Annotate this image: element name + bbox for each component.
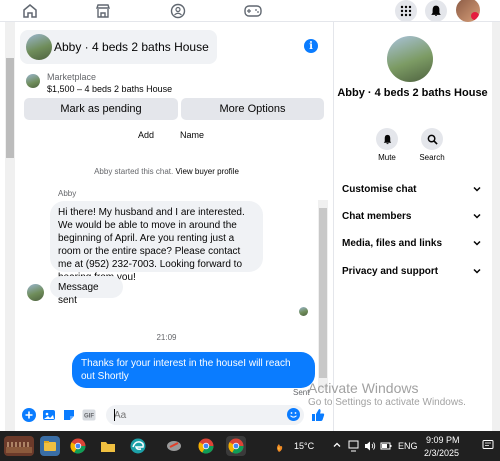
- taskbar-widget-thumbnail[interactable]: [4, 436, 34, 456]
- notification-center-icon[interactable]: [482, 439, 494, 453]
- sent-status: Sent: [293, 388, 310, 397]
- section-chat-members[interactable]: Chat members: [342, 207, 482, 225]
- listing-thumbnail: [26, 34, 52, 60]
- message-input[interactable]: [114, 407, 284, 423]
- file-explorer-folder-icon[interactable]: [98, 436, 118, 456]
- chevron-down-icon: [473, 240, 481, 246]
- menu-grid-icon[interactable]: [395, 0, 417, 22]
- weather-icon[interactable]: [270, 436, 288, 456]
- notification-dot: [471, 12, 479, 20]
- chevron-down-icon: [473, 213, 481, 219]
- bell-mute-icon: [376, 128, 398, 150]
- outgoing-message: Thanks for your interest in the houseI w…: [72, 352, 315, 388]
- chrome-icon-2[interactable]: [196, 436, 216, 456]
- more-options-button[interactable]: More Options: [181, 98, 324, 120]
- chat-title-button[interactable]: Abby · 4 beds 2 baths House: [20, 30, 217, 64]
- groups-icon[interactable]: [168, 1, 188, 21]
- watermark-subtitle: Go to Settings to activate Windows.: [308, 397, 466, 408]
- chevron-down-icon: [473, 186, 481, 192]
- search-label: Search: [419, 153, 445, 162]
- chevron-up-icon[interactable]: [332, 440, 342, 452]
- chevron-down-icon: [473, 268, 481, 274]
- section-customise-chat[interactable]: Customise chat: [342, 180, 482, 198]
- profile-avatar[interactable]: [456, 0, 480, 22]
- app-icon[interactable]: [164, 436, 184, 456]
- search-button[interactable]: Search: [412, 128, 452, 162]
- sender-avatar[interactable]: [27, 284, 44, 301]
- marketplace-icon[interactable]: [93, 1, 113, 21]
- listing-avatar[interactable]: [387, 36, 433, 82]
- chrome-active-icon[interactable]: [226, 436, 246, 456]
- chat-title: Abby · 4 beds 2 baths House: [54, 40, 209, 54]
- chat-scrollbar[interactable]: [318, 200, 328, 390]
- view-buyer-profile-link[interactable]: View buyer profile: [175, 167, 238, 176]
- message-composer: GIF: [20, 405, 330, 427]
- mark-as-pending-button[interactable]: Mark as pending: [24, 98, 178, 120]
- section-privacy-support[interactable]: Privacy and support: [342, 262, 482, 280]
- sender-name: Abby: [58, 189, 77, 198]
- section-label: Chat members: [342, 210, 412, 222]
- details-title: Abby · 4 beds 2 baths House: [337, 87, 488, 99]
- weather-temperature[interactable]: 15°C: [294, 441, 314, 451]
- chrome-icon[interactable]: [68, 436, 88, 456]
- mute-button[interactable]: Mute: [367, 128, 407, 162]
- text-cursor: [114, 409, 115, 421]
- read-receipt-avatar: [299, 307, 308, 316]
- mute-label: Mute: [378, 153, 396, 162]
- sticker-icon[interactable]: [62, 408, 76, 422]
- emoji-icon[interactable]: [287, 408, 300, 421]
- section-label: Media, files and links: [342, 237, 443, 249]
- chat-details-panel: Abby · 4 beds 2 baths House Mute Search …: [333, 22, 500, 431]
- search-icon: [421, 128, 443, 150]
- bell-icon[interactable]: [425, 0, 447, 22]
- listing-price-title: $1,500 – 4 beds 2 baths House: [47, 84, 173, 94]
- thumbs-up-icon[interactable]: [311, 408, 325, 422]
- svg-text:GIF: GIF: [84, 414, 94, 420]
- speaker-icon[interactable]: [364, 440, 376, 454]
- activate-windows-watermark: Activate Windows Go to Settings to activ…: [308, 380, 466, 408]
- incoming-message: Hi there! My husband and I are intereste…: [50, 201, 263, 283]
- network-icon[interactable]: [348, 440, 360, 454]
- top-navigation: [0, 0, 500, 22]
- listing-summary[interactable]: Marketplace $1,500 – 4 beds 2 baths Hous…: [20, 70, 324, 96]
- edge-icon[interactable]: [128, 436, 148, 456]
- started-text: Abby started this chat.: [94, 167, 174, 176]
- chat-started-notice: Abby started this chat. View buyer profi…: [0, 167, 333, 176]
- plus-icon[interactable]: [22, 408, 36, 422]
- marketplace-label: Marketplace: [47, 72, 97, 82]
- name-label[interactable]: Name: [180, 130, 204, 140]
- taskbar-clock-time[interactable]: 9:09 PM: [426, 435, 460, 445]
- right-scrollbar[interactable]: [492, 22, 500, 431]
- home-icon[interactable]: [20, 1, 40, 21]
- left-scrollbar[interactable]: [5, 22, 15, 431]
- add-label[interactable]: Add: [138, 130, 154, 140]
- info-icon[interactable]: i: [304, 39, 318, 53]
- listing-actions: Mark as pending More Options: [24, 98, 326, 120]
- chat-header: Abby · 4 beds 2 baths House i: [20, 30, 324, 66]
- file-explorer-icon[interactable]: [40, 436, 60, 456]
- gaming-icon[interactable]: [243, 1, 263, 21]
- message-timestamp: 21:09: [156, 333, 177, 342]
- language-indicator[interactable]: ENG: [398, 441, 418, 451]
- taskbar-clock-date[interactable]: 2/3/2025: [424, 448, 459, 458]
- section-media-files-links[interactable]: Media, files and links: [342, 234, 482, 252]
- section-label: Customise chat: [342, 183, 417, 195]
- incoming-message-short: Message sent: [50, 276, 123, 306]
- image-icon[interactable]: [42, 408, 56, 422]
- message-input-box[interactable]: [106, 405, 304, 425]
- section-label: Privacy and support: [342, 265, 439, 277]
- left-scrollbar-thumb[interactable]: [6, 58, 14, 158]
- battery-icon[interactable]: [380, 440, 392, 454]
- watermark-title: Activate Windows: [308, 380, 419, 396]
- taskbar: 15°C ENG 9:09 PM 2/3/2025: [0, 431, 500, 461]
- listing-small-thumbnail: [26, 74, 40, 88]
- chat-scrollbar-thumb[interactable]: [319, 208, 327, 378]
- gif-icon[interactable]: GIF: [82, 408, 96, 422]
